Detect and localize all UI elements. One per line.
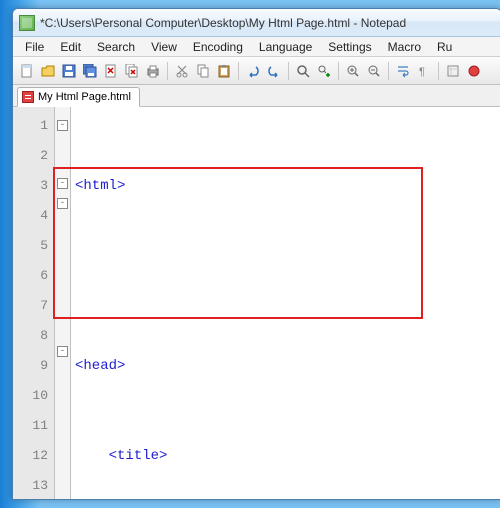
menubar: File Edit Search View Encoding Language … — [13, 37, 500, 57]
toolbar-separator — [238, 62, 239, 80]
line-number: 2 — [13, 141, 48, 171]
tabbar: My Html Page.html — [13, 85, 500, 107]
file-tab[interactable]: My Html Page.html — [17, 87, 140, 107]
line-number: 12 — [13, 441, 48, 471]
toolbar-separator — [338, 62, 339, 80]
code-tag: <title> — [109, 448, 168, 464]
menu-language[interactable]: Language — [251, 38, 320, 56]
indent-guide-button[interactable] — [443, 61, 463, 81]
svg-text:¶: ¶ — [419, 66, 425, 78]
cut-button[interactable] — [172, 61, 192, 81]
tab-label: My Html Page.html — [38, 91, 131, 103]
fold-toggle-icon[interactable]: - — [57, 120, 68, 131]
redo-button[interactable] — [264, 61, 284, 81]
line-number-gutter: 1 2 3 4 5 6 7 8 9 10 11 12 13 — [13, 107, 55, 499]
line-number: 3 — [13, 171, 48, 201]
zoom-out-button[interactable] — [364, 61, 384, 81]
menu-settings[interactable]: Settings — [320, 38, 379, 56]
code-indent — [75, 448, 109, 464]
code-tag: <html> — [75, 178, 125, 194]
titlebar[interactable]: *C:\Users\Personal Computer\Desktop\My H… — [13, 9, 500, 37]
open-file-button[interactable] — [38, 61, 58, 81]
toolbar-separator — [388, 62, 389, 80]
line-number: 10 — [13, 381, 48, 411]
line-number: 9 — [13, 351, 48, 381]
new-file-button[interactable] — [17, 61, 37, 81]
menu-edit[interactable]: Edit — [52, 38, 89, 56]
find-button[interactable] — [293, 61, 313, 81]
toolbar-separator — [288, 62, 289, 80]
window-title: *C:\Users\Personal Computer\Desktop\My H… — [40, 16, 406, 30]
file-modified-icon — [22, 91, 34, 103]
code-area[interactable]: <html> <head> <title> This is the Title … — [71, 107, 500, 499]
line-number: 5 — [13, 231, 48, 261]
code-editor[interactable]: 1 2 3 4 5 6 7 8 9 10 11 12 13 - - - - <h… — [13, 107, 500, 499]
line-number: 8 — [13, 321, 48, 351]
record-macro-button[interactable] — [464, 61, 484, 81]
replace-button[interactable] — [314, 61, 334, 81]
undo-button[interactable] — [243, 61, 263, 81]
menu-view[interactable]: View — [143, 38, 185, 56]
menu-run[interactable]: Ru — [429, 38, 460, 56]
line-number: 6 — [13, 261, 48, 291]
fold-toggle-icon[interactable]: - — [57, 178, 68, 189]
line-number: 7 — [13, 291, 48, 321]
close-all-button[interactable] — [122, 61, 142, 81]
menu-file[interactable]: File — [17, 38, 52, 56]
line-number: 11 — [13, 411, 48, 441]
line-number: 4 — [13, 201, 48, 231]
code-tag: <head> — [75, 358, 125, 374]
toolbar: ¶ — [13, 57, 500, 85]
toolbar-separator — [438, 62, 439, 80]
app-icon — [19, 15, 35, 31]
line-number: 1 — [13, 111, 48, 141]
wordwrap-button[interactable] — [393, 61, 413, 81]
line-number: 13 — [13, 471, 48, 500]
zoom-in-button[interactable] — [343, 61, 363, 81]
menu-encoding[interactable]: Encoding — [185, 38, 251, 56]
toolbar-separator — [167, 62, 168, 80]
menu-search[interactable]: Search — [89, 38, 143, 56]
fold-toggle-icon[interactable]: - — [57, 346, 68, 357]
notepadpp-window: *C:\Users\Personal Computer\Desktop\My H… — [12, 8, 500, 500]
copy-button[interactable] — [193, 61, 213, 81]
save-button[interactable] — [59, 61, 79, 81]
menu-macro[interactable]: Macro — [380, 38, 429, 56]
print-button[interactable] — [143, 61, 163, 81]
show-all-chars-button[interactable]: ¶ — [414, 61, 434, 81]
fold-toggle-icon[interactable]: - — [57, 198, 68, 209]
paste-button[interactable] — [214, 61, 234, 81]
fold-column: - - - - — [55, 107, 71, 499]
save-all-button[interactable] — [80, 61, 100, 81]
close-button[interactable] — [101, 61, 121, 81]
